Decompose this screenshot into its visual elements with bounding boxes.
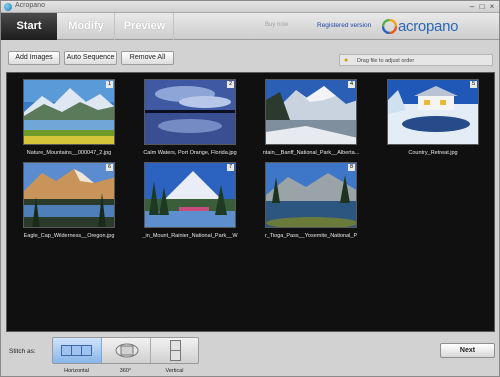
thumbnail-image (145, 163, 235, 227)
drag-hint-text: Drag file to adjust order (357, 58, 415, 64)
360-label: 360° (119, 368, 132, 374)
image-thumbnail[interactable]: 6 (23, 162, 115, 228)
auto-sequence-button[interactable]: Auto Sequence (64, 51, 117, 65)
window-title: Acropano (15, 2, 45, 9)
image-caption: Eagle_Cap_Wilderness__Oregon.jpg (23, 233, 115, 239)
image-order-number: 4 (348, 81, 355, 88)
360-stitch-icon (115, 343, 139, 358)
next-button[interactable]: Next (440, 343, 495, 358)
logo-text: acropano (398, 18, 459, 35)
thumbnail-image (145, 80, 235, 144)
vertical-label: Vertical (165, 368, 184, 374)
image-caption: r_Tioga_Pass__Yosemite_National_P (264, 233, 358, 239)
tab-bar: Start Modify Preview Buy now Registered … (1, 13, 499, 40)
image-thumbnail[interactable]: 2 (144, 79, 236, 145)
image-caption: Country_Retreat.jpg (408, 150, 458, 156)
stitch-mode-selector (52, 337, 199, 364)
buy-now-link[interactable]: Buy now (265, 22, 288, 28)
image-caption: _in_Mount_Rainier_National_Park__W (142, 233, 238, 239)
registered-version-link[interactable]: Registered version (317, 22, 371, 29)
image-order-number: 7 (227, 164, 234, 171)
image-order-number: 6 (106, 164, 113, 171)
image-thumbnail[interactable]: 7 (144, 162, 236, 228)
tab-modify[interactable]: Modify (58, 13, 115, 40)
thumbnail-image (24, 80, 114, 144)
image-thumbnail[interactable]: 5 (387, 79, 479, 145)
add-images-button[interactable]: Add Images (8, 51, 60, 65)
horizontal-label: Horizontal (64, 368, 89, 374)
title-bar: Acropano – □ × (1, 1, 499, 13)
stitch-horizontal-option[interactable] (53, 338, 102, 363)
drag-hint: ● Drag file to adjust order (339, 54, 493, 66)
horizontal-stitch-icon (61, 345, 92, 356)
thumbnail-image (388, 80, 478, 144)
close-icon[interactable]: × (487, 2, 497, 11)
stitch-360-option[interactable] (102, 338, 151, 363)
tab-preview[interactable]: Preview (116, 13, 174, 40)
app-window: Acropano – □ × Start Modify Preview Buy … (0, 0, 500, 377)
app-icon (4, 3, 12, 11)
image-order-number: 1 (106, 81, 113, 88)
thumbnail-image (266, 80, 356, 144)
thumbnail-image (266, 163, 356, 227)
image-thumbnail[interactable]: 1 (23, 79, 115, 145)
minimize-icon[interactable]: – (467, 2, 477, 11)
vertical-stitch-icon (170, 340, 181, 361)
stitch-as-label: Stitch as: (9, 348, 36, 355)
acropano-logo: acropano (382, 16, 462, 38)
image-order-number: 5 (470, 81, 477, 88)
remove-all-button[interactable]: Remove All (121, 51, 174, 65)
image-gallery: 1 Nature_Mountains__000047_2.jpg 2 Calm … (6, 72, 495, 332)
image-caption: Calm Waters, Port Orange, Florida.jpg (143, 150, 237, 156)
acropano-logo-icon (382, 19, 397, 34)
lightbulb-icon: ● (344, 57, 349, 64)
image-caption: Nature_Mountains__000047_2.jpg (26, 150, 112, 156)
image-thumbnail[interactable]: 4 (265, 79, 357, 145)
image-order-number: 2 (227, 81, 234, 88)
maximize-icon[interactable]: □ (477, 2, 487, 11)
image-caption: ntain__Banff_National_Park__Alberta... (262, 150, 360, 156)
image-order-number: 8 (348, 164, 355, 171)
stitch-vertical-option[interactable] (151, 338, 200, 363)
image-thumbnail[interactable]: 8 (265, 162, 357, 228)
thumbnail-image (24, 163, 114, 227)
tab-start[interactable]: Start (1, 13, 57, 40)
